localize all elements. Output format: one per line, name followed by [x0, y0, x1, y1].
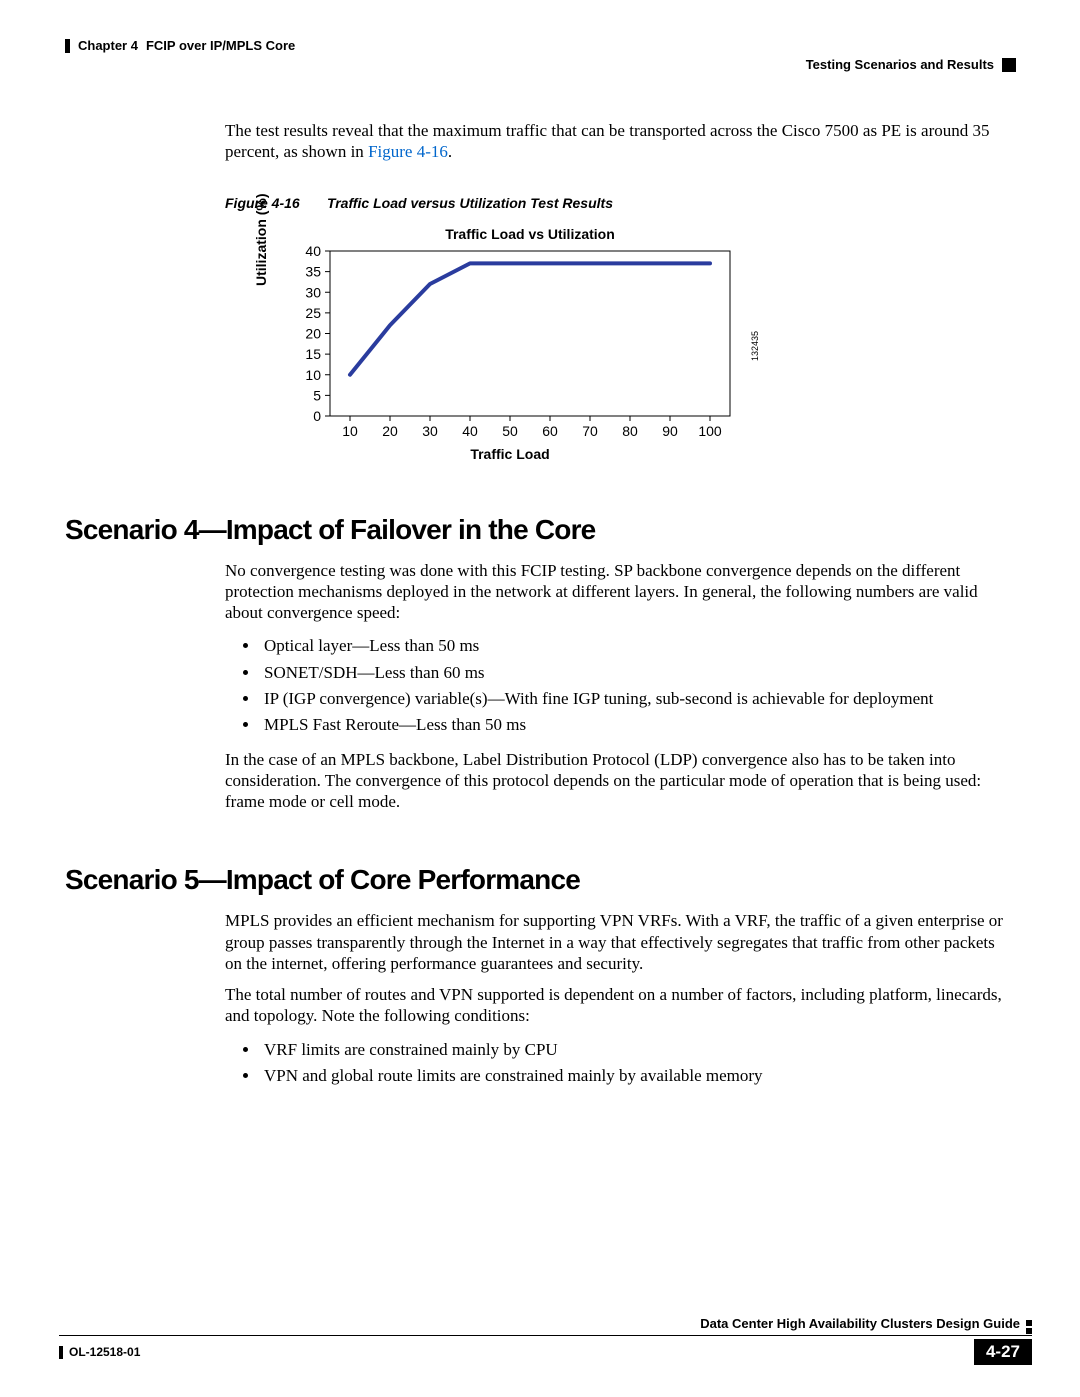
heading-scenario-5: Scenario 5—Impact of Core Performance: [65, 864, 1015, 896]
s5-paragraph-2: The total number of routes and VPN suppo…: [225, 984, 1015, 1027]
footer-marker-icon: [1026, 1320, 1032, 1334]
list-item: IP (IGP convergence) variable(s)—With fi…: [260, 686, 1015, 712]
chart-svg: 0 5 10 15 20 25 30 35 40 10 20 30 40 50 60 70 80 90 100: [275, 246, 755, 446]
heading-scenario-4: Scenario 4—Impact of Failover in the Cor…: [65, 514, 1015, 546]
s4-paragraph-2: In the case of an MPLS backbone, Label D…: [225, 749, 1015, 813]
svg-text:25: 25: [305, 304, 321, 320]
running-header-right: Testing Scenarios and Results: [806, 57, 1016, 72]
chart-xlabel: Traffic Load: [295, 446, 725, 462]
list-item: VPN and global route limits are constrai…: [260, 1063, 1015, 1089]
s4-bullet-list: Optical layer—Less than 50 msSONET/SDH—L…: [260, 633, 1015, 738]
list-item: VRF limits are constrained mainly by CPU: [260, 1037, 1015, 1063]
s5-paragraph-1: MPLS provides an efficient mechanism for…: [225, 910, 1015, 974]
figure-caption: Figure 4-16 Traffic Load versus Utilizat…: [225, 195, 1015, 211]
header-bar-icon: [65, 39, 70, 53]
svg-text:50: 50: [502, 423, 518, 439]
chart-title: Traffic Load vs Utilization: [315, 226, 745, 242]
page-footer: Data Center High Availability Clusters D…: [59, 1335, 1032, 1365]
chapter-number: Chapter 4: [78, 38, 138, 53]
svg-text:70: 70: [582, 423, 598, 439]
figure-caption-text: Traffic Load versus Utilization Test Res…: [327, 195, 613, 211]
intro-text-1: The test results reveal that the maximum…: [225, 121, 989, 161]
svg-text:5: 5: [313, 387, 321, 403]
svg-text:15: 15: [305, 346, 321, 362]
svg-text:35: 35: [305, 263, 321, 279]
running-header-left: Chapter 4 FCIP over IP/MPLS Core: [65, 38, 295, 53]
svg-text:30: 30: [422, 423, 438, 439]
svg-text:20: 20: [382, 423, 398, 439]
svg-text:10: 10: [342, 423, 358, 439]
page-content: The test results reveal that the maximum…: [65, 120, 1015, 1099]
header-marker-icon: [1002, 58, 1016, 72]
svg-text:30: 30: [305, 284, 321, 300]
footer-docnum: OL-12518-01: [69, 1345, 140, 1359]
intro-text-2: .: [448, 142, 452, 161]
svg-text:10: 10: [305, 366, 321, 382]
footer-bar-icon: [59, 1346, 63, 1359]
svg-text:40: 40: [305, 246, 321, 259]
s5-bullet-list: VRF limits are constrained mainly by CPU…: [260, 1037, 1015, 1090]
svg-text:20: 20: [305, 325, 321, 341]
svg-text:100: 100: [698, 423, 722, 439]
svg-text:90: 90: [662, 423, 678, 439]
footer-guide-title: Data Center High Availability Clusters D…: [700, 1316, 1020, 1331]
intro-paragraph: The test results reveal that the maximum…: [225, 120, 1015, 163]
chart-ylabel: Utilization (%): [253, 193, 269, 286]
list-item: SONET/SDH—Less than 60 ms: [260, 660, 1015, 686]
chart-side-id: 132435: [750, 330, 760, 360]
svg-text:0: 0: [313, 408, 321, 424]
chapter-title: FCIP over IP/MPLS Core: [146, 38, 295, 53]
section-title: Testing Scenarios and Results: [806, 57, 994, 72]
list-item: Optical layer—Less than 50 ms: [260, 633, 1015, 659]
svg-text:40: 40: [462, 423, 478, 439]
svg-text:60: 60: [542, 423, 558, 439]
list-item: MPLS Fast Reroute—Less than 50 ms: [260, 712, 1015, 738]
figure-link[interactable]: Figure 4-16: [368, 142, 448, 161]
s4-paragraph-1: No convergence testing was done with thi…: [225, 560, 1015, 624]
chart-container: Traffic Load vs Utilization Utilization …: [275, 226, 1015, 462]
svg-text:80: 80: [622, 423, 638, 439]
page-number: 4-27: [974, 1339, 1032, 1365]
